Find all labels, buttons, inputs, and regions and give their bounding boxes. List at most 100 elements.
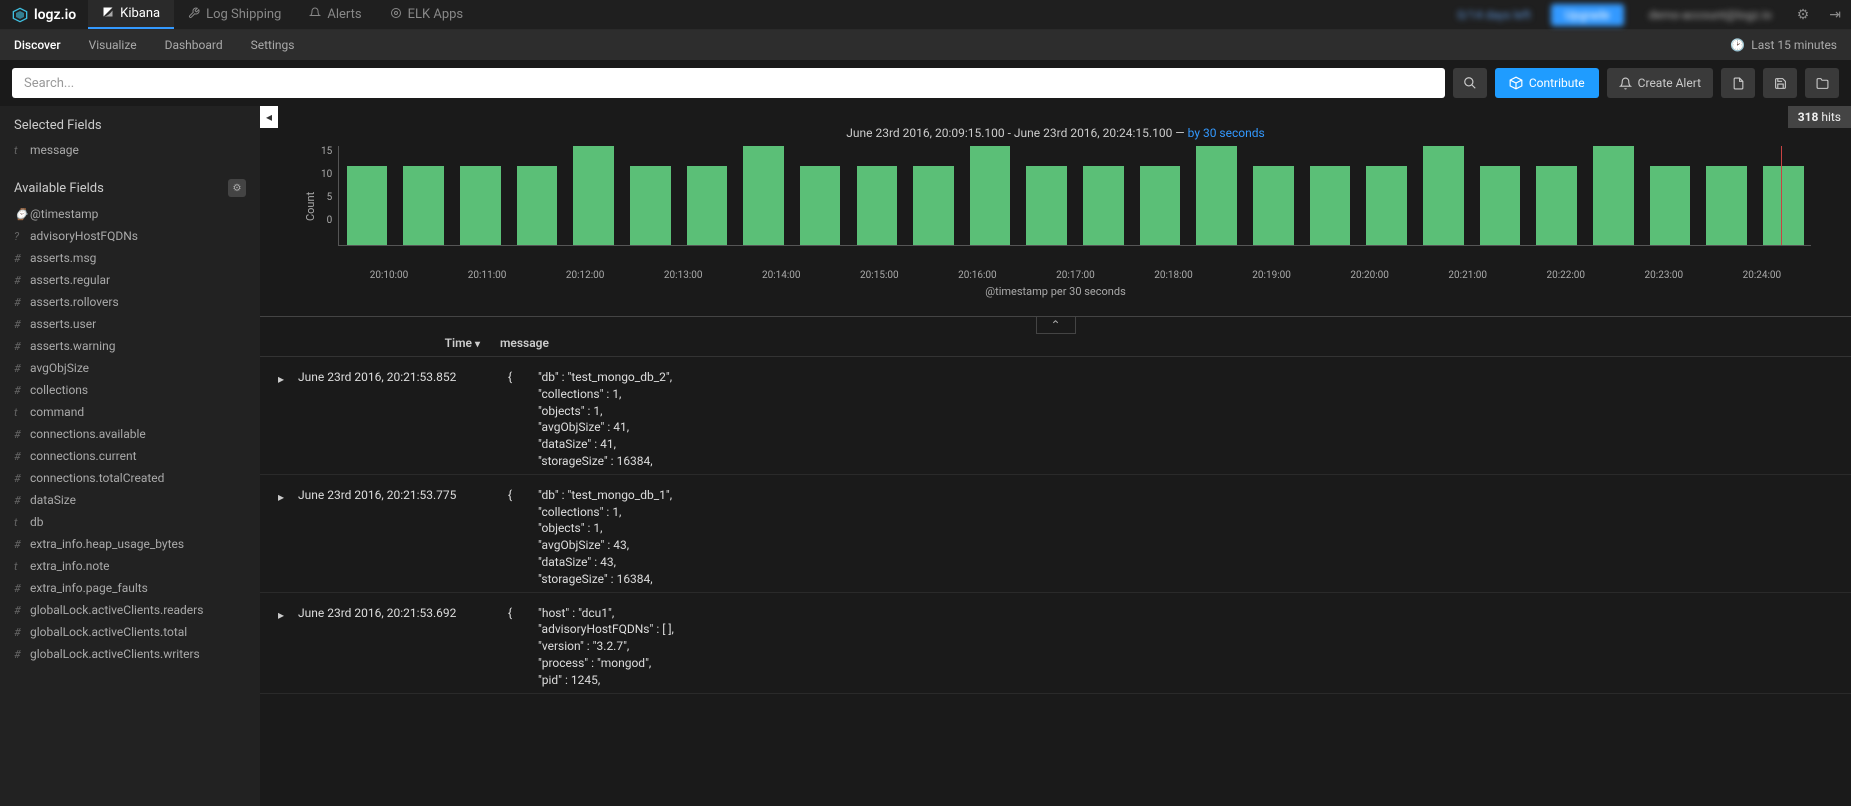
field-type-icon: t <box>14 516 28 529</box>
log-brace: { <box>508 487 538 588</box>
field-asserts-rollovers[interactable]: #asserts.rollovers <box>10 291 250 313</box>
histogram-bar[interactable] <box>913 166 954 245</box>
create-alert-button[interactable]: Create Alert <box>1607 68 1713 98</box>
field-extra_info-heap_usage_bytes[interactable]: #extra_info.heap_usage_bytes <box>10 533 250 555</box>
field-asserts-regular[interactable]: #asserts.regular <box>10 269 250 291</box>
search-input[interactable] <box>12 68 1445 98</box>
sub-nav: DiscoverVisualizeDashboardSettings 🕑 Las… <box>0 30 1851 60</box>
column-header-time[interactable]: Time▾ <box>290 336 500 350</box>
upgrade-button[interactable]: Upgrade <box>1551 4 1624 26</box>
field-connections-totalCreated[interactable]: #connections.totalCreated <box>10 467 250 489</box>
field-globalLock-activeClients-writers[interactable]: #globalLock.activeClients.writers <box>10 643 250 665</box>
field-type-icon: # <box>14 340 28 353</box>
histogram-bar[interactable] <box>1650 166 1691 245</box>
top-nav-right: 0/14 days left Upgrade demo-account@logz… <box>1447 0 1851 29</box>
new-search-button[interactable] <box>1721 68 1755 98</box>
time-range-picker[interactable]: 🕑 Last 15 minutes <box>1730 38 1851 52</box>
field-type-icon: # <box>14 494 28 507</box>
histogram-bar[interactable] <box>1480 166 1521 245</box>
field--timestamp[interactable]: ⌚@timestamp <box>10 203 250 225</box>
field-message[interactable]: tmessage <box>10 139 250 161</box>
logo-icon <box>12 7 28 23</box>
field-extra_info-page_faults[interactable]: #extra_info.page_faults <box>10 577 250 599</box>
field-type-icon: # <box>14 252 28 265</box>
histogram-bar[interactable] <box>687 166 728 245</box>
field-type-icon: # <box>14 472 28 485</box>
histogram-bar[interactable] <box>517 166 558 245</box>
field-db[interactable]: tdb <box>10 511 250 533</box>
chart-plot[interactable] <box>338 146 1811 246</box>
field-collections[interactable]: #collections <box>10 379 250 401</box>
field-advisoryHostFQDNs[interactable]: ?advisoryHostFQDNs <box>10 225 250 247</box>
field-asserts-user[interactable]: #asserts.user <box>10 313 250 335</box>
hits-badge: 318 hits <box>1788 106 1851 128</box>
save-search-button[interactable] <box>1763 68 1797 98</box>
histogram-bar[interactable] <box>1536 166 1577 245</box>
histogram-bar[interactable] <box>800 166 841 245</box>
interval-link[interactable]: by 30 seconds <box>1188 126 1265 140</box>
histogram-bar[interactable] <box>970 146 1011 245</box>
field-globalLock-activeClients-readers[interactable]: #globalLock.activeClients.readers <box>10 599 250 621</box>
field-type-icon: # <box>14 648 28 661</box>
sub-nav-discover[interactable]: Discover <box>0 30 75 60</box>
field-type-icon: t <box>14 560 28 573</box>
field-globalLock-activeClients-total[interactable]: #globalLock.activeClients.total <box>10 621 250 643</box>
top-nav-alerts[interactable]: Alerts <box>295 0 375 29</box>
brand-logo[interactable]: logz.io <box>0 0 88 29</box>
histogram-bar[interactable] <box>403 166 444 245</box>
logout-icon[interactable]: ⇥ <box>1819 7 1851 23</box>
top-nav-log-shipping[interactable]: Log Shipping <box>174 0 295 29</box>
sub-nav-dashboard[interactable]: Dashboard <box>151 30 237 60</box>
collapse-chart-button[interactable]: ⌃ <box>1036 316 1076 334</box>
field-avgObjSize[interactable]: #avgObjSize <box>10 357 250 379</box>
log-shipping-icon <box>188 7 200 23</box>
histogram-bar[interactable] <box>1253 166 1294 245</box>
histogram-bar[interactable] <box>573 146 614 245</box>
field-connections-current[interactable]: #connections.current <box>10 445 250 467</box>
expand-row-button[interactable]: ▸ <box>278 369 298 470</box>
field-asserts-warning[interactable]: #asserts.warning <box>10 335 250 357</box>
histogram-bar[interactable] <box>1140 166 1181 245</box>
field-extra_info-note[interactable]: textra_info.note <box>10 555 250 577</box>
expand-row-button[interactable]: ▸ <box>278 605 298 689</box>
histogram-bar[interactable] <box>1706 166 1747 245</box>
folder-open-icon <box>1816 77 1829 90</box>
contribute-button[interactable]: Contribute <box>1495 68 1599 98</box>
histogram-bar[interactable] <box>1196 146 1237 245</box>
column-header-message[interactable]: message <box>500 336 1821 350</box>
histogram-bar[interactable] <box>630 166 671 245</box>
field-connections-available[interactable]: #connections.available <box>10 423 250 445</box>
histogram-bar[interactable] <box>1593 146 1634 245</box>
histogram-bar[interactable] <box>460 166 501 245</box>
cube-icon <box>1509 76 1523 90</box>
search-submit-button[interactable] <box>1453 68 1487 98</box>
fields-settings-button[interactable]: ⚙ <box>228 179 246 197</box>
sub-nav-settings[interactable]: Settings <box>237 30 309 60</box>
histogram-bar[interactable] <box>743 146 784 245</box>
histogram-bar[interactable] <box>857 166 898 245</box>
histogram-bar[interactable] <box>1026 166 1067 245</box>
expand-row-button[interactable]: ▸ <box>278 487 298 588</box>
histogram-bar[interactable] <box>1366 166 1407 245</box>
histogram-bar[interactable] <box>1423 146 1464 245</box>
selected-fields-header: Selected Fields <box>10 112 250 139</box>
top-nav-elk-apps[interactable]: ELK Apps <box>376 0 478 29</box>
content-area: 318 hits June 23rd 2016, 20:09:15.100 - … <box>260 106 1851 806</box>
settings-gear-icon[interactable]: ⚙ <box>1787 7 1820 23</box>
top-nav-kibana[interactable]: Kibana <box>88 0 174 29</box>
sidebar-collapse-button[interactable]: ◂ <box>260 106 278 128</box>
search-row: Contribute Create Alert <box>0 60 1851 106</box>
histogram-bar[interactable] <box>1763 166 1804 245</box>
log-message: "db" : "test_mongo_db_2", "collections" … <box>538 369 1821 470</box>
histogram-bar[interactable] <box>1083 166 1124 245</box>
sub-nav-visualize[interactable]: Visualize <box>75 30 151 60</box>
field-asserts-msg[interactable]: #asserts.msg <box>10 247 250 269</box>
open-search-button[interactable] <box>1805 68 1839 98</box>
field-type-icon: # <box>14 428 28 441</box>
now-marker <box>1781 146 1782 245</box>
histogram-bar[interactable] <box>347 166 388 245</box>
field-dataSize[interactable]: #dataSize <box>10 489 250 511</box>
brand-text: logz.io <box>34 7 76 23</box>
histogram-bar[interactable] <box>1310 166 1351 245</box>
field-command[interactable]: tcommand <box>10 401 250 423</box>
